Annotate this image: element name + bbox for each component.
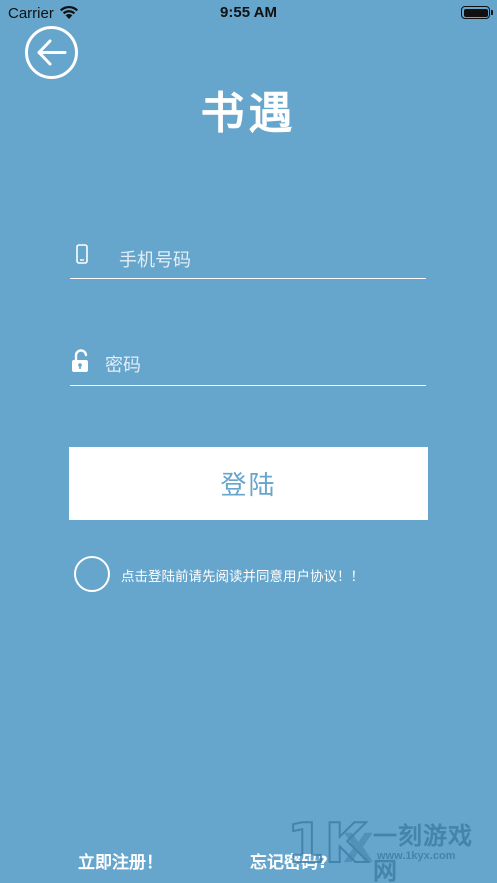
watermark: 1K X 一刻游戏网 www.1kyx.com	[287, 810, 497, 883]
phone-icon	[76, 244, 88, 264]
phone-input[interactable]	[119, 243, 419, 278]
login-button[interactable]: 登陆	[69, 447, 428, 520]
app-title: 书遇	[200, 88, 297, 139]
clock: 9:55 AM	[220, 4, 277, 21]
password-input[interactable]	[105, 346, 415, 385]
watermark-logo-icon: 1K X	[287, 811, 373, 872]
back-arrow-icon	[25, 26, 78, 79]
password-field	[70, 346, 426, 386]
back-button[interactable]	[24, 26, 79, 79]
svg-text:X: X	[343, 826, 373, 872]
phone-field	[70, 243, 426, 279]
agreement-text: 点击登陆前请先阅读并同意用户协议！！	[121, 569, 364, 585]
battery-icon	[461, 6, 490, 19]
watermark-url: www.1kyx.com	[377, 850, 456, 862]
battery-cap	[491, 10, 493, 15]
lock-open-icon	[72, 349, 88, 372]
register-link[interactable]: 立即注册！	[78, 848, 163, 873]
agreement-radio[interactable]	[74, 556, 110, 592]
status-bar: Carrier 9:55 AM	[0, 0, 497, 26]
